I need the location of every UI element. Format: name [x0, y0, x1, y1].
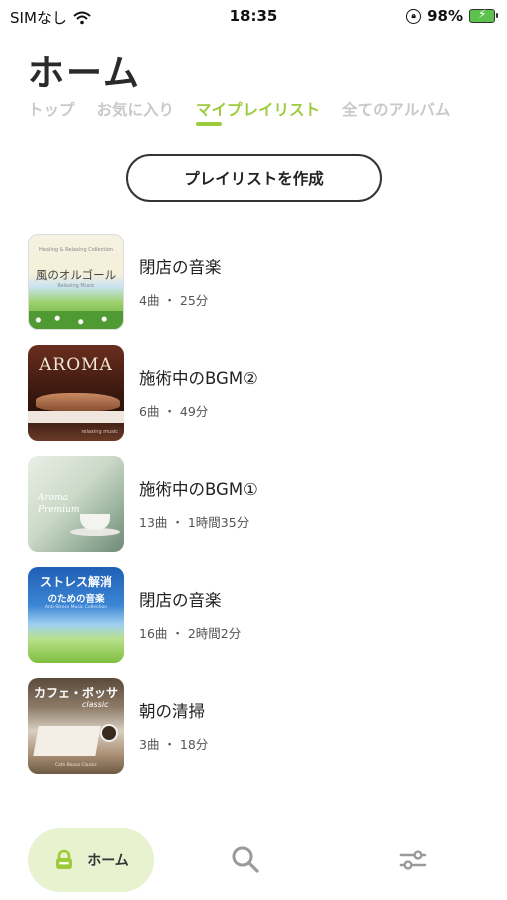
- bottom-nav: ホーム: [0, 820, 507, 900]
- nav-home-button[interactable]: ホーム: [28, 828, 154, 892]
- playlist-list: Healing & Relaxing Collection 風のオルゴール Re…: [26, 232, 486, 787]
- playlist-title: 閉店の音楽: [139, 258, 222, 277]
- playlist-title: 施術中のBGM②: [139, 369, 258, 388]
- orientation-lock-icon: 🔒︎: [406, 8, 422, 24]
- tab-all-albums[interactable]: 全てのアルバム: [342, 98, 450, 120]
- playlist-item[interactable]: カフェ・ボッサ classic Cafe Bossa Classic 朝の清掃 …: [26, 676, 486, 787]
- settings-sliders-icon[interactable]: [398, 846, 428, 874]
- playlist-meta: 3曲 ・ 18分: [139, 737, 209, 752]
- playlist-cover: ストレス解消 のための音楽 Anti-Stress Music Collecti…: [28, 567, 124, 663]
- page-title: ホーム: [28, 53, 141, 94]
- search-icon[interactable]: [230, 844, 260, 874]
- playlist-title: 朝の清掃: [139, 702, 205, 721]
- playlist-title: 閉店の音楽: [139, 591, 222, 610]
- create-playlist-button[interactable]: プレイリストを作成: [126, 154, 382, 202]
- battery-charging-icon: ⚡︎: [469, 7, 498, 23]
- tab-bar: トップ お気に入り マイプレイリスト 全てのアルバム: [28, 98, 450, 126]
- tab-top[interactable]: トップ: [28, 98, 75, 120]
- playlist-meta: 6曲 ・ 49分: [139, 404, 209, 419]
- playlist-item[interactable]: ストレス解消 のための音楽 Anti-Stress Music Collecti…: [26, 565, 486, 676]
- playlist-meta: 4曲 ・ 25分: [139, 293, 209, 308]
- battery-percent: 98%: [427, 7, 463, 25]
- nav-home-label: ホーム: [87, 853, 129, 869]
- playlist-cover: Healing & Relaxing Collection 風のオルゴール Re…: [28, 234, 124, 330]
- playlist-item[interactable]: Aroma Premium 施術中のBGM① 13曲 ・ 1時間35分: [26, 454, 486, 565]
- playlist-title: 施術中のBGM①: [139, 480, 258, 499]
- status-bar: SIMなし 18:35 🔒︎ 98% ⚡︎: [0, 0, 507, 32]
- tab-my-playlists[interactable]: マイプレイリスト: [196, 98, 320, 126]
- status-right: 🔒︎ 98% ⚡︎: [406, 7, 498, 25]
- playlist-meta: 16曲 ・ 2時間2分: [139, 626, 242, 641]
- playlist-cover: Aroma Premium: [28, 456, 124, 552]
- playlist-item[interactable]: AROMA relaxing music 施術中のBGM② 6曲 ・ 49分: [26, 343, 486, 454]
- playlist-meta: 13曲 ・ 1時間35分: [139, 515, 250, 530]
- home-icon: [56, 849, 73, 869]
- playlist-cover: AROMA relaxing music: [28, 345, 124, 441]
- playlist-cover: カフェ・ボッサ classic Cafe Bossa Classic: [28, 678, 124, 774]
- tab-favorites[interactable]: お気に入り: [97, 98, 175, 120]
- playlist-item[interactable]: Healing & Relaxing Collection 風のオルゴール Re…: [26, 232, 486, 343]
